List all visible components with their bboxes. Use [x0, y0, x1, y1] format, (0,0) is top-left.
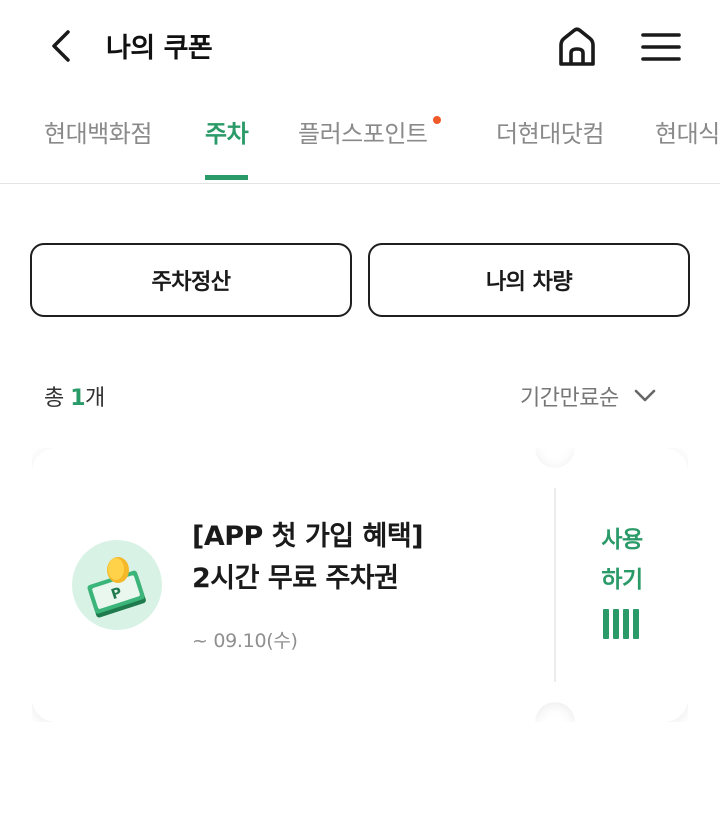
coupon-expiry-date: ~ 09.10(수) — [192, 630, 298, 652]
sort-dropdown[interactable]: 기간만료순 — [520, 380, 657, 412]
coupon-title: [APP 첫 가입 혜택] 2시간 무료 주차권 — [192, 516, 424, 600]
menu-button[interactable] — [636, 22, 686, 72]
tab-parking[interactable]: 주차 — [205, 114, 249, 180]
home-button[interactable] — [552, 22, 602, 72]
parking-payment-button[interactable]: 주차정산 — [30, 243, 352, 317]
tab-label: 더현대닷컴 — [496, 120, 604, 148]
use-label-line1: 사용 — [601, 527, 643, 553]
tab-label: 플러스포인트 — [298, 120, 428, 148]
use-coupon-button[interactable]: 사용 하기 — [572, 520, 672, 640]
sort-label: 기간만료순 — [520, 386, 619, 411]
my-vehicle-button[interactable]: 나의 차량 — [368, 243, 690, 317]
coupon-title-line1: [APP 첫 가입 혜택] — [192, 521, 424, 552]
coupon-card[interactable]: P [APP 첫 가입 혜택] 2시간 무료 주차권 ~ 09.10(수) 사용… — [32, 448, 688, 722]
chevron-down-icon — [634, 389, 656, 402]
tab-label: 현대식 — [655, 120, 720, 148]
home-icon — [559, 27, 595, 66]
page-title: 나의 쿠폰 — [106, 33, 213, 64]
back-button[interactable] — [40, 24, 84, 68]
count-suffix: 개 — [85, 386, 105, 411]
tab-label: 주차 — [205, 120, 249, 148]
use-label-line2: 하기 — [601, 567, 643, 593]
tab-the-hyundai-com[interactable]: 더현대닷컴 — [496, 114, 604, 180]
tab-plus-point[interactable]: 플러스포인트 — [298, 114, 442, 180]
tab-hyundai-food[interactable]: 현대식 — [655, 114, 720, 180]
chevron-left-icon — [52, 30, 70, 62]
tab-label: 현대백화점 — [44, 120, 152, 148]
coupon-count: 총 1개 — [44, 380, 105, 412]
count-prefix: 총 — [44, 386, 71, 411]
parking-coin-icon: P — [72, 540, 162, 630]
active-tab-indicator — [205, 175, 249, 180]
count-value: 1 — [70, 386, 86, 411]
tab-hyundai-department-store[interactable]: 현대백화점 — [44, 114, 152, 180]
app-header: 나의 쿠폰 — [0, 0, 720, 92]
hamburger-menu-icon — [641, 33, 681, 61]
coupon-title-line2: 2시간 무료 주차권 — [192, 563, 399, 594]
notification-dot — [433, 116, 442, 124]
barcode-icon — [603, 609, 639, 639]
coupon-divider — [554, 488, 556, 682]
category-tabs: 현대백화점 주차 플러스포인트 더현대닷컴 현대식 — [0, 100, 720, 184]
